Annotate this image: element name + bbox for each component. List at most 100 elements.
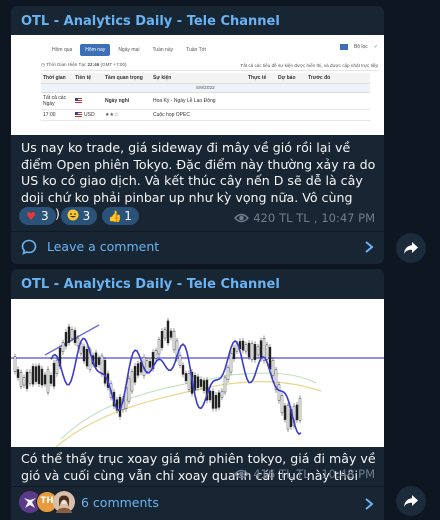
row-importance: Ngày nghỉ bbox=[105, 98, 130, 104]
candle-body bbox=[73, 330, 77, 343]
candle-body bbox=[40, 368, 44, 386]
candle-body bbox=[184, 373, 188, 382]
candle-body bbox=[61, 342, 65, 352]
share-icon bbox=[404, 242, 418, 254]
channel-name[interactable]: OTL - Analytics Daily - Tele Channel bbox=[21, 277, 280, 292]
candle-body bbox=[136, 363, 140, 376]
candle-body bbox=[271, 360, 275, 376]
candle-body bbox=[172, 330, 176, 351]
candle-body bbox=[13, 356, 17, 372]
view-count: 416 bbox=[253, 467, 276, 481]
price-chart-image[interactable] bbox=[11, 299, 384, 448]
reaction-heart[interactable]: ♥ 3 bbox=[19, 207, 56, 225]
date-row: 5/9/2022 bbox=[41, 84, 370, 93]
candle-body bbox=[214, 394, 218, 409]
candle-body bbox=[268, 346, 272, 370]
candle-body bbox=[187, 373, 191, 390]
forward-button[interactable] bbox=[396, 233, 426, 263]
author: TL TL bbox=[279, 467, 310, 481]
candle-body bbox=[25, 371, 29, 389]
comments-bar[interactable]: TH 6 comments bbox=[11, 487, 384, 520]
forward-button[interactable] bbox=[396, 486, 426, 516]
column-header: Tiền tệ bbox=[75, 75, 92, 81]
comments-bar[interactable]: Leave a comment bbox=[11, 232, 384, 262]
clock-icon: ◷ bbox=[41, 62, 46, 67]
reaction-thumbs-up[interactable]: 👍 1 bbox=[102, 207, 139, 225]
candle-body bbox=[283, 405, 287, 420]
chevron-right-icon bbox=[365, 498, 374, 510]
timestamp: 10:47 PM bbox=[321, 211, 375, 225]
avatar bbox=[53, 491, 75, 513]
row-event: Cuộc họp OPEC bbox=[153, 112, 190, 118]
candle-body bbox=[178, 354, 182, 366]
comment-icon bbox=[21, 239, 37, 255]
comments-label: 6 comments bbox=[81, 495, 159, 510]
message-meta: 420 TL TL, 10:47 PM bbox=[234, 211, 375, 225]
candle-body bbox=[265, 344, 269, 360]
row-time: Tất cả các Ngày bbox=[43, 95, 67, 107]
candle-body bbox=[280, 395, 284, 414]
candle-body bbox=[163, 329, 167, 339]
candle-body bbox=[181, 365, 185, 375]
candle-body bbox=[202, 380, 206, 391]
candle-body bbox=[298, 398, 302, 421]
candle-body bbox=[49, 375, 53, 384]
candle-body bbox=[127, 378, 131, 402]
table-row: 17:00 USD ★★☆ Cuộc họp OPEC bbox=[41, 110, 370, 121]
thumbs-up-icon: 👍 bbox=[108, 209, 122, 223]
row-currency: USD bbox=[75, 112, 105, 118]
message-meta: 416 TL TL, 10:48 PM bbox=[234, 467, 375, 481]
candle-body bbox=[286, 405, 290, 430]
candle-body bbox=[211, 391, 215, 409]
timezone: (GMT +7:00) bbox=[100, 62, 127, 67]
channel-name[interactable]: OTL - Analytics Daily - Tele Channel bbox=[21, 14, 280, 29]
author: TL TL bbox=[279, 211, 310, 225]
column-header: Thực tế bbox=[248, 75, 267, 81]
time-label: Thời Gian Hiện Tại: bbox=[46, 62, 87, 67]
us-flag-icon bbox=[75, 98, 105, 104]
calendar-tab: Tuần này bbox=[152, 47, 174, 53]
currency-code: USD bbox=[84, 112, 95, 118]
candle-body bbox=[43, 374, 47, 385]
candle-body bbox=[94, 352, 98, 368]
candle-body bbox=[64, 332, 68, 347]
economic-calendar-screenshot[interactable]: Hôm qua Hôm nay Ngày mai Tuần này Tuần T… bbox=[11, 35, 384, 135]
grin-icon bbox=[67, 209, 79, 224]
candle-body bbox=[28, 371, 32, 384]
table-header: Thời gian Tiền tệ Tầm quan trọng Sự kiện… bbox=[41, 73, 370, 84]
candle-body bbox=[226, 367, 230, 380]
candle-body bbox=[148, 361, 152, 368]
candle-body bbox=[217, 392, 221, 408]
candle-body bbox=[208, 390, 212, 401]
candle-body bbox=[229, 352, 233, 373]
calendar-tab: Tuần Tới bbox=[186, 47, 207, 53]
candle-body bbox=[46, 369, 50, 393]
eye-icon bbox=[234, 213, 250, 223]
candle-body bbox=[19, 372, 23, 387]
candle-body bbox=[250, 343, 254, 360]
candle-body bbox=[145, 360, 149, 372]
comments-label: Leave a comment bbox=[47, 239, 160, 254]
column-header: Tầm quan trọng bbox=[105, 75, 143, 81]
candle-body bbox=[166, 320, 170, 344]
row-time: 17:00 bbox=[43, 112, 56, 118]
column-header: Thời gian bbox=[43, 75, 66, 81]
candle-body bbox=[169, 330, 173, 338]
check-icon: ✓ bbox=[373, 44, 378, 50]
candle-body bbox=[244, 344, 248, 352]
reaction-grin[interactable]: 3 bbox=[60, 207, 98, 225]
reaction-count: 1 bbox=[124, 209, 132, 223]
candle-body bbox=[52, 362, 56, 387]
filter-label: Bộ lọc bbox=[353, 44, 368, 50]
heart-icon: ♥ bbox=[26, 209, 36, 223]
candle-body bbox=[76, 337, 80, 346]
calendar-toolbar: Bộ lọc ✓ bbox=[339, 44, 378, 50]
candle-body bbox=[232, 347, 236, 360]
channel-post-1: OTL - Analytics Daily - Tele Channel Hôm… bbox=[11, 6, 384, 264]
column-header: Dự báo bbox=[278, 75, 296, 81]
reactions: ♥ 3 3 👍 1 bbox=[19, 207, 139, 225]
candle-body bbox=[34, 366, 38, 382]
candle-body bbox=[133, 366, 137, 383]
candle-body bbox=[196, 376, 200, 388]
candle-body bbox=[70, 329, 74, 339]
